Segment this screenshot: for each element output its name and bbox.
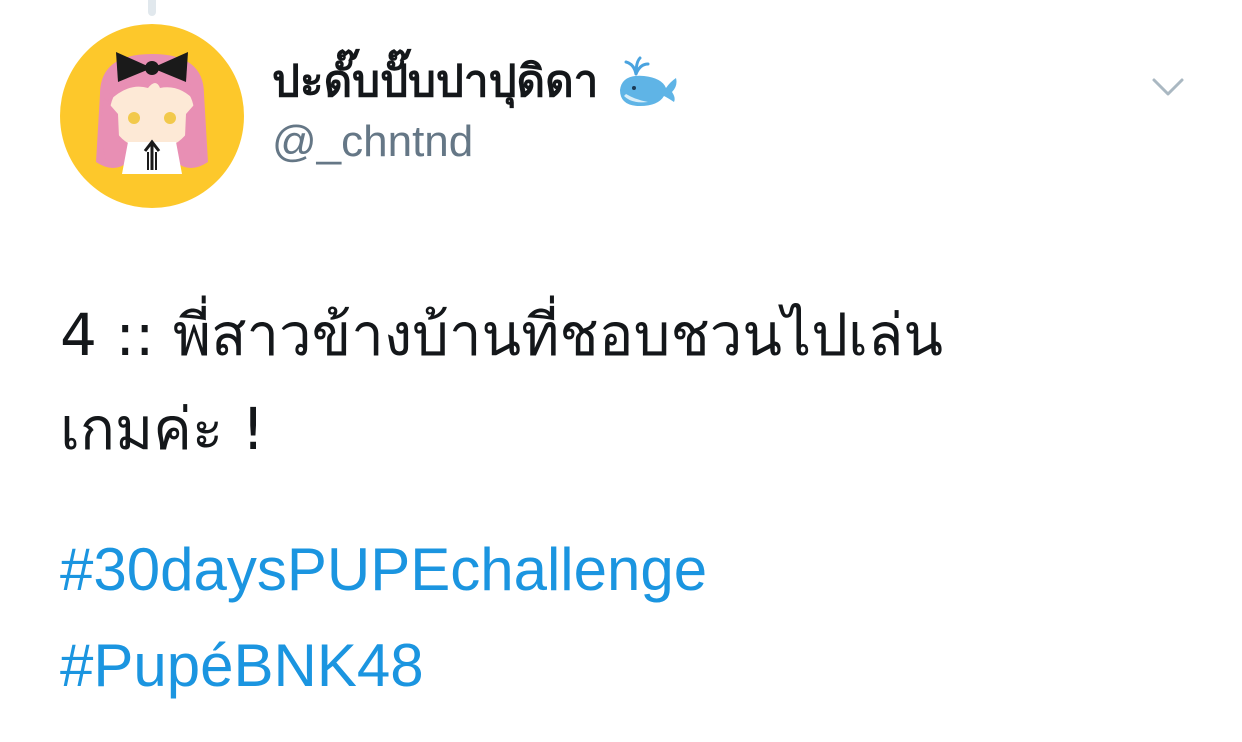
user-handle[interactable]: @_chntnd <box>272 117 473 166</box>
chevron-down-icon[interactable] <box>1148 70 1188 102</box>
avatar[interactable] <box>60 24 244 208</box>
thread-connector-line <box>148 0 156 16</box>
tweet-text-line: 4 :: พี่สาวข้างบ้านที่ชอบชวนไปเล่น <box>60 301 944 369</box>
tweet-text: 4 :: พี่สาวข้างบ้านที่ชอบชวนไปเล่น เกมค่… <box>60 288 1180 476</box>
tweet-text-line: เกมค่ะ ! <box>60 395 265 463</box>
hashtag-link[interactable]: #PupéBNK48 <box>60 618 707 714</box>
spouting-whale-icon <box>614 56 680 108</box>
anime-girl-avatar-icon <box>96 52 208 174</box>
hashtag-link[interactable]: #30daysPUPEchallenge <box>60 522 707 618</box>
display-name-row: ปะดั๊บปั๊บปาปุดิดา <box>272 50 680 114</box>
display-name[interactable]: ปะดั๊บปั๊บปาปุดิดา <box>272 60 598 104</box>
hashtag-list: #30daysPUPEchallenge #PupéBNK48 <box>60 522 707 714</box>
tweet-card: ปะดั๊บปั๊บปาปุดิดา @_chntnd 4 :: พี่สาวข… <box>0 0 1242 742</box>
